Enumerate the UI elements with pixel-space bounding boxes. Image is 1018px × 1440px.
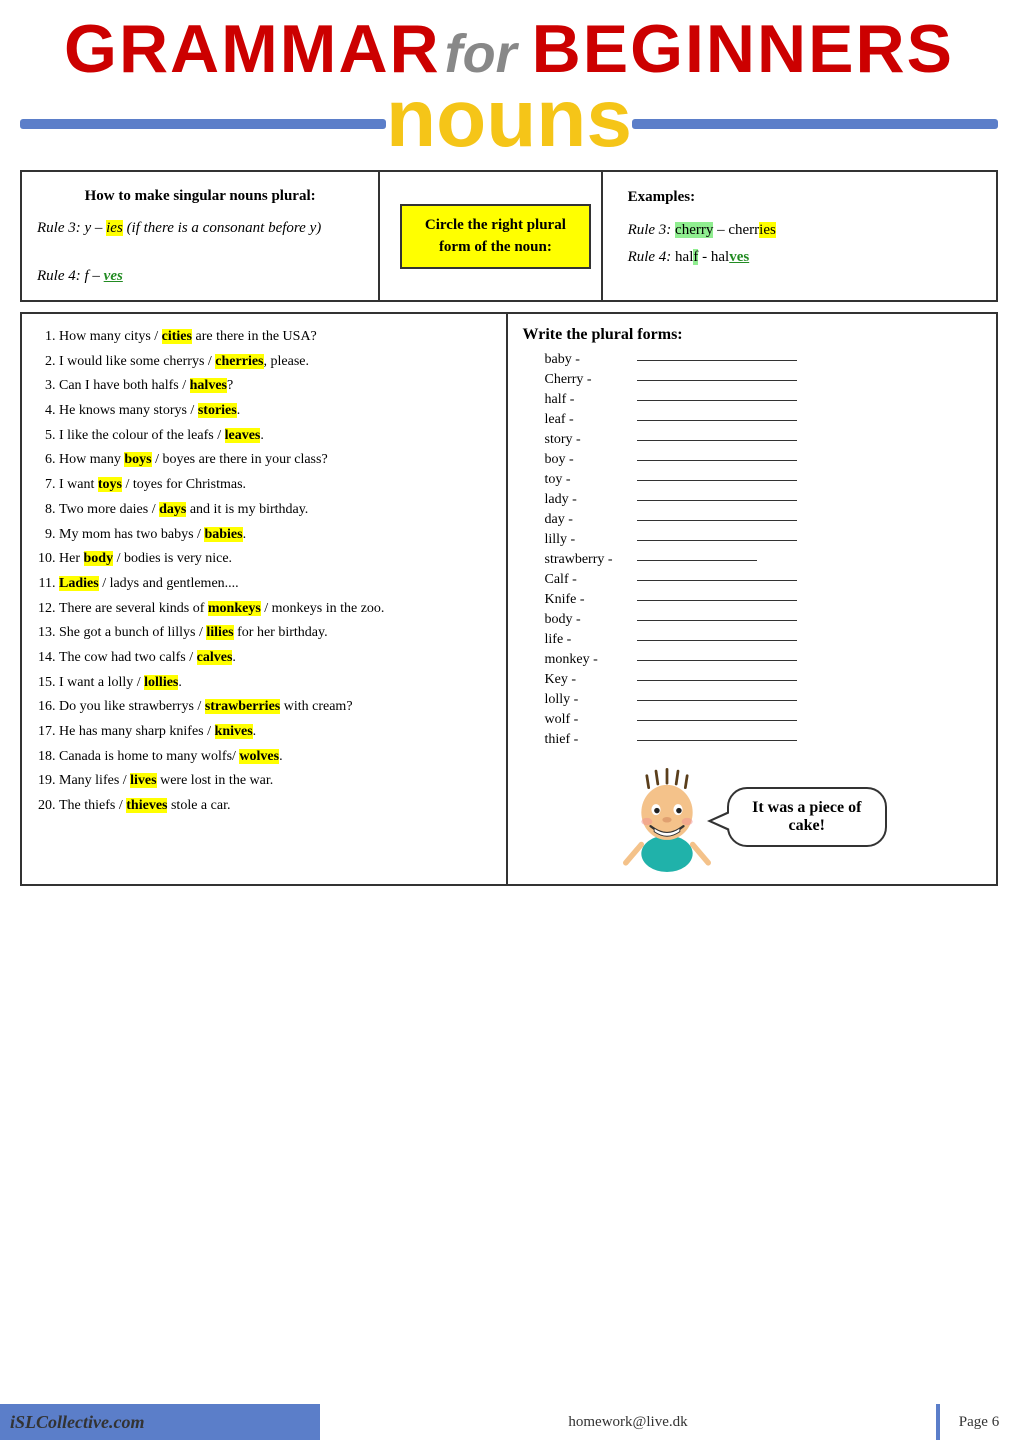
ves-highlight: ves	[104, 268, 123, 284]
blank-line	[637, 680, 797, 681]
plural-list: baby - Cherry - half - leaf - story - bo…	[523, 352, 982, 748]
speech-bubble: It was a piece of cake!	[727, 787, 887, 847]
list-item: thief -	[545, 732, 982, 748]
list-item: How many citys / cities are there in the…	[59, 326, 496, 348]
blank-line	[637, 520, 797, 521]
cake-character-svg	[617, 762, 717, 872]
list-item: The thiefs / thieves stole a car.	[59, 795, 496, 817]
rule4-text: Rule 4: f – ves	[37, 264, 363, 288]
rules-heading: How to make singular nouns plural:	[37, 184, 363, 208]
list-item: He knows many storys / stories.	[59, 400, 496, 422]
nouns-line-left	[20, 119, 386, 129]
exercise-box: How many citys / cities are there in the…	[20, 312, 507, 886]
example-rule4: Rule 4: half - halves	[628, 244, 981, 271]
list-item: I want toys / toyes for Christmas.	[59, 474, 496, 496]
nouns-row: nouns	[20, 88, 998, 160]
list-item: lolly -	[545, 692, 982, 708]
halves-highlight: ves	[729, 249, 749, 265]
footer: iSLCollective.com homework@live.dk Page …	[0, 1404, 1018, 1440]
list-item: lady -	[545, 492, 982, 508]
list-item: baby -	[545, 352, 982, 368]
blank-line	[637, 480, 797, 481]
list-item: I like the colour of the leafs / leaves.	[59, 425, 496, 447]
blank-line	[637, 740, 797, 741]
cake-section: It was a piece of cake!	[523, 762, 982, 872]
plural-heading: Write the plural forms:	[523, 326, 982, 344]
blank-line	[637, 360, 797, 361]
half-highlight: f	[693, 249, 698, 265]
blank-line	[637, 720, 797, 721]
list-item: lilly -	[545, 532, 982, 548]
list-item: boy -	[545, 452, 982, 468]
list-item: Her body / bodies is very nice.	[59, 548, 496, 570]
main-row: How many citys / cities are there in the…	[20, 312, 998, 886]
list-item: There are several kinds of monkeys / mon…	[59, 598, 496, 620]
list-item: strawberry -	[545, 552, 982, 568]
list-item: I want a lolly / lollies.	[59, 672, 496, 694]
list-item: Knife -	[545, 592, 982, 608]
circle-box: Circle the right plural form of the noun…	[390, 172, 602, 300]
list-item: monkey -	[545, 652, 982, 668]
list-item: Do you like strawberrys / strawberries w…	[59, 696, 496, 718]
list-item: She got a bunch of lillys / lilies for h…	[59, 622, 496, 644]
list-item: day -	[545, 512, 982, 528]
list-item: half -	[545, 392, 982, 408]
header: GRAMMAR for BEGINNERS nouns	[20, 10, 998, 160]
blank-line	[637, 420, 797, 421]
blank-line	[637, 400, 797, 401]
list-item: My mom has two babys / babies.	[59, 524, 496, 546]
blank-line	[637, 440, 797, 441]
list-item: wolf -	[545, 712, 982, 728]
subtitle-nouns: nouns	[386, 78, 632, 160]
list-item: Canada is home to many wolfs/ wolves.	[59, 746, 496, 768]
examples-heading: Examples:	[628, 184, 981, 211]
list-item: Can I have both halfs / halves?	[59, 375, 496, 397]
blank-line	[637, 600, 797, 601]
cherry-highlight: cherry	[675, 222, 713, 238]
blank-line	[637, 640, 797, 641]
list-item: leaf -	[545, 412, 982, 428]
exercise-list: How many citys / cities are there in the…	[37, 326, 496, 817]
blank-line	[637, 540, 797, 541]
circle-instruction: Circle the right plural form of the noun…	[400, 204, 590, 269]
list-item: How many boys / boyes are there in your …	[59, 449, 496, 471]
nouns-line-right	[632, 119, 998, 129]
blank-line	[637, 460, 797, 461]
blank-line	[637, 620, 797, 621]
rules-box: How to make singular nouns plural: Rule …	[22, 172, 380, 300]
blank-line	[637, 660, 797, 661]
footer-branding: iSLCollective.com	[0, 1412, 318, 1433]
list-item: body -	[545, 612, 982, 628]
blank-line	[637, 380, 797, 381]
list-item: toy -	[545, 472, 982, 488]
rule3-text: Rule 3: y – ies (if there is a consonant…	[37, 216, 363, 240]
list-item: Two more daies / days and it is my birth…	[59, 499, 496, 521]
list-item: life -	[545, 632, 982, 648]
list-item: story -	[545, 432, 982, 448]
list-item: I would like some cherrys / cherries, pl…	[59, 351, 496, 373]
footer-email: homework@live.dk	[318, 1404, 938, 1440]
list-item: The cow had two calfs / calves.	[59, 647, 496, 669]
list-item: He has many sharp knifes / knives.	[59, 721, 496, 743]
blank-line	[637, 580, 797, 581]
list-item: Ladies / ladys and gentlemen....	[59, 573, 496, 595]
title-grammar: GRAMMAR	[64, 11, 441, 87]
blank-line	[637, 700, 797, 701]
list-item: Calf -	[545, 572, 982, 588]
page-wrapper: GRAMMAR for BEGINNERS nouns How to make …	[0, 0, 1018, 1440]
list-item: Key -	[545, 672, 982, 688]
ies-highlight: ies	[106, 220, 123, 236]
example-rule3: Rule 3: cherry – cherries	[628, 217, 981, 244]
plural-box: Write the plural forms: baby - Cherry - …	[507, 312, 999, 886]
examples-box: Examples: Rule 3: cherry – cherries Rule…	[613, 172, 996, 300]
list-item: Many lifes / lives were lost in the war.	[59, 770, 496, 792]
info-row: How to make singular nouns plural: Rule …	[20, 170, 998, 302]
ies-example: ies	[759, 222, 776, 238]
cake-text: It was a piece of cake!	[752, 799, 861, 834]
blank-line	[637, 560, 757, 561]
list-item: Cherry -	[545, 372, 982, 388]
footer-page: Page 6	[938, 1404, 1018, 1440]
blank-line	[637, 500, 797, 501]
